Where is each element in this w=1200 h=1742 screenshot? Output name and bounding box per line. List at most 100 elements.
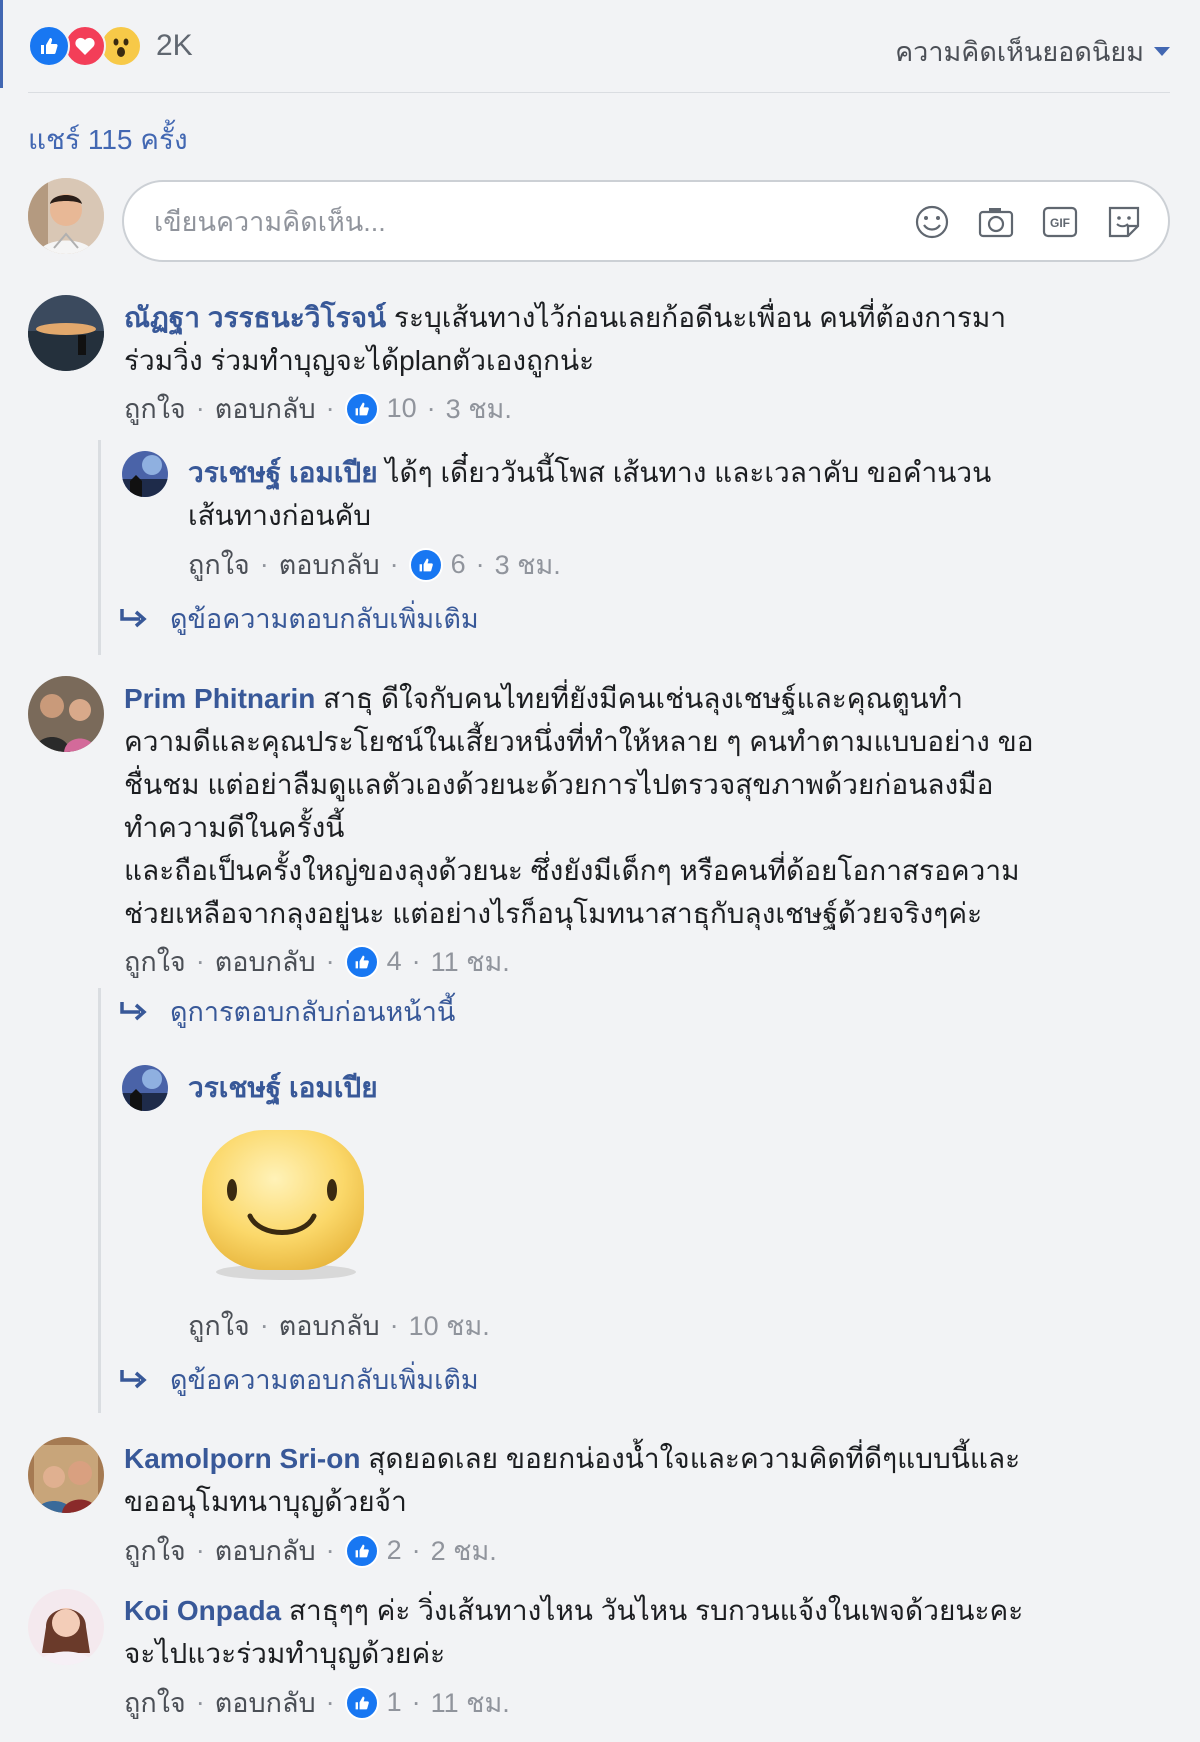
- separator-dot: ·: [426, 393, 436, 423]
- view-more-replies-label: ดูข้อความตอบกลับเพิ่มเติม: [170, 1365, 479, 1395]
- reply-button[interactable]: ตอบกลับ: [215, 940, 316, 983]
- comment-body: Prim Phitnarin สาธุ ดีใจกับคนไทยที่ยังมี…: [124, 677, 1174, 935]
- like-count-icon[interactable]: [344, 1533, 379, 1568]
- reply-author-link[interactable]: วรเชษฐ์ เอมเปีย: [188, 457, 378, 488]
- separator-dot: ·: [195, 946, 205, 976]
- comment-author-link[interactable]: ณัฏฐา วรรธนะวิโรจน์: [124, 302, 386, 333]
- comment-text: ร่วมวิ่ง ร่วมทำบุญจะได้planตัวเองถูกน่ะ: [124, 345, 595, 376]
- gif-icon[interactable]: GIF: [1040, 202, 1080, 242]
- view-previous-replies-link[interactable]: ดูการตอบกลับก่อนหน้านี้: [118, 990, 455, 1033]
- view-more-replies-label: ดูข้อความตอบกลับเพิ่มเติม: [170, 604, 479, 634]
- like-button[interactable]: ถูกใจ: [124, 940, 186, 983]
- separator-dot: ·: [195, 1535, 205, 1565]
- sort-label: ความคิดเห็นยอดนิยม: [895, 37, 1144, 67]
- comment-author-link[interactable]: Prim Phitnarin: [124, 683, 315, 714]
- like-count-icon[interactable]: [344, 944, 379, 979]
- timestamp[interactable]: 3 ชม.: [446, 387, 512, 430]
- comment-body: Koi Onpada สาธุๆๆ ค่ะ วิ่งเส้นทางไหน วัน…: [124, 1589, 1174, 1675]
- reply-button[interactable]: ตอบกลับ: [215, 387, 316, 430]
- separator-dot: ·: [259, 549, 269, 579]
- like-button[interactable]: ถูกใจ: [188, 543, 250, 586]
- comment-text: ระบุเส้นทางไว้ก่อนเลยก้อดีนะเพื่อน คนที่…: [386, 302, 1007, 333]
- reply-body: วรเชษฐ์ เอมเปีย ได้ๆ เดี๋ยววันนี้โพส เส้…: [188, 451, 1168, 537]
- like-count-icon[interactable]: [344, 1685, 379, 1720]
- like-count[interactable]: 10: [387, 393, 417, 424]
- comment-text: ความดีและคุณประโยชน์ในเสี้ยวหนึ่งที่ทำให…: [124, 726, 1034, 757]
- comment-body: ณัฏฐา วรรธนะวิโรจน์ ระบุเส้นทางไว้ก่อนเล…: [124, 296, 1174, 382]
- like-count-icon[interactable]: [344, 391, 379, 426]
- timestamp[interactable]: 11 ชม.: [431, 940, 510, 983]
- svg-text:GIF: GIF: [1050, 216, 1070, 230]
- thread-line: [98, 988, 101, 1413]
- avatar[interactable]: [28, 1589, 104, 1665]
- reply-button[interactable]: ตอบกลับ: [215, 1529, 316, 1572]
- separator-dot: ·: [195, 1687, 205, 1717]
- comment-sort-dropdown[interactable]: ความคิดเห็นยอดนิยม: [895, 30, 1170, 73]
- like-count[interactable]: 1: [387, 1687, 402, 1718]
- comment-text: และถือเป็นครั้งใหญ่ของลุงด้วยนะ ซึ่งยังม…: [124, 855, 1020, 886]
- like-button[interactable]: ถูกใจ: [188, 1304, 250, 1347]
- camera-icon[interactable]: [976, 202, 1016, 242]
- reply-button[interactable]: ตอบกลับ: [279, 543, 380, 586]
- timestamp[interactable]: 2 ชม.: [431, 1529, 497, 1572]
- comment-author-link[interactable]: Koi Onpada: [124, 1595, 281, 1626]
- share-count-link[interactable]: แชร์ 115 ครั้ง: [28, 118, 188, 162]
- reaction-summary[interactable]: 2K: [28, 25, 193, 67]
- comment-text: สุดยอดเลย ขอยกน่องน้ำใจและความคิดที่ดีๆแ…: [360, 1443, 1021, 1474]
- view-more-replies-link[interactable]: ดูข้อความตอบกลับเพิ่มเติม: [118, 1358, 479, 1401]
- reply-button[interactable]: ตอบกลับ: [279, 1304, 380, 1347]
- comment-author-link[interactable]: Kamolporn Sri-on: [124, 1443, 360, 1474]
- separator-dot: ·: [325, 1535, 335, 1565]
- comment-actions: ถูกใจ · ตอบกลับ · 4 · 11 ชม.: [124, 940, 510, 983]
- smiley-sticker-icon: [202, 1130, 364, 1280]
- comment-actions: ถูกใจ · ตอบกลับ · 2 · 2 ชม.: [124, 1529, 497, 1572]
- timestamp[interactable]: 3 ชม.: [495, 543, 561, 586]
- reply-body: วรเชษฐ์ เอมเปีย: [188, 1066, 378, 1109]
- separator-dot: ·: [325, 393, 335, 423]
- reply-button[interactable]: ตอบกลับ: [215, 1681, 316, 1724]
- reply-actions: ถูกใจ · ตอบกลับ · 10 ชม.: [188, 1304, 490, 1347]
- like-count[interactable]: 6: [451, 549, 466, 580]
- comment-text: จะไปแวะร่วมทำบุญด้วยค่ะ: [124, 1638, 446, 1669]
- wow-icon: [100, 25, 142, 67]
- separator-dot: ·: [411, 946, 421, 976]
- separator-dot: ·: [325, 946, 335, 976]
- like-button[interactable]: ถูกใจ: [124, 1529, 186, 1572]
- chevron-down-icon: [1154, 47, 1170, 56]
- comment-body: Kamolporn Sri-on สุดยอดเลย ขอยกน่องน้ำใจ…: [124, 1437, 1174, 1523]
- emoji-icon[interactable]: [912, 202, 952, 242]
- like-button[interactable]: ถูกใจ: [124, 1681, 186, 1724]
- comment-actions: ถูกใจ · ตอบกลับ · 10 · 3 ชม.: [124, 387, 512, 430]
- separator-dot: ·: [411, 1687, 421, 1717]
- reply-text: เส้นทางก่อนคับ: [188, 500, 372, 531]
- avatar[interactable]: [28, 295, 104, 371]
- like-count-icon[interactable]: [408, 547, 443, 582]
- comment-text: ทำความดีในครั้งนี้: [124, 812, 345, 843]
- avatar[interactable]: [28, 676, 104, 752]
- comment-text: สาธุๆๆ ค่ะ วิ่งเส้นทางไหน วันไหน รบกวนแจ…: [281, 1595, 1024, 1626]
- like-icon: [28, 25, 70, 67]
- timestamp[interactable]: 10 ชม.: [409, 1304, 490, 1347]
- like-button[interactable]: ถูกใจ: [124, 387, 186, 430]
- comment-input[interactable]: [152, 198, 816, 246]
- comment-text: ชื่นชม แต่อย่าลืมดูแลตัวเองด้วยนะด้วยการ…: [124, 769, 994, 800]
- reply-author-link[interactable]: วรเชษฐ์ เอมเปีย: [188, 1072, 378, 1103]
- reply-actions: ถูกใจ · ตอบกลับ · 6 · 3 ชม.: [188, 543, 561, 586]
- view-more-replies-link[interactable]: ดูข้อความตอบกลับเพิ่มเติม: [118, 597, 479, 640]
- timestamp[interactable]: 11 ชม.: [431, 1681, 510, 1724]
- comment-actions: ถูกใจ · ตอบกลับ · 1 · 11 ชม.: [124, 1681, 510, 1724]
- sticker-icon[interactable]: [1104, 202, 1144, 242]
- comment-composer[interactable]: GIF: [122, 180, 1170, 262]
- like-count[interactable]: 2: [387, 1535, 402, 1566]
- like-count[interactable]: 4: [387, 946, 402, 977]
- avatar[interactable]: [122, 1065, 168, 1111]
- view-previous-replies-label: ดูการตอบกลับก่อนหน้านี้: [170, 997, 456, 1027]
- comment-text: ช่วยเหลือจากลุงอยู่นะ แต่อย่างไรก็อนุโมท…: [124, 898, 983, 929]
- comment-text: ขออนุโมทนาบุญด้วยจ้า: [124, 1486, 407, 1517]
- separator-dot: ·: [389, 549, 399, 579]
- left-accent-bar: [0, 0, 3, 88]
- separator-dot: ·: [475, 549, 485, 579]
- avatar[interactable]: [28, 1437, 104, 1513]
- avatar[interactable]: [122, 451, 168, 497]
- avatar[interactable]: [28, 178, 104, 254]
